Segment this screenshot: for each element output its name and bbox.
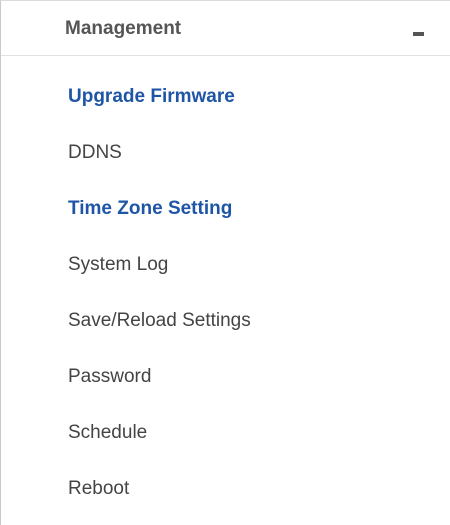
menu-item-system-log[interactable]: System Log — [68, 254, 168, 276]
menu-item-time-zone-setting[interactable]: Time Zone Setting — [68, 198, 232, 220]
menu-item-password[interactable]: Password — [68, 366, 151, 388]
management-menu: Management Upgrade Firmware DDNS Time Zo… — [0, 0, 450, 525]
menu-item-ddns[interactable]: DDNS — [68, 142, 122, 164]
menu-item-upgrade-firmware[interactable]: Upgrade Firmware — [68, 86, 235, 108]
menu-header-title: Management — [65, 18, 182, 39]
menu-header-management[interactable]: Management — [1, 1, 450, 56]
minus-icon[interactable] — [413, 32, 424, 36]
menu-item-reboot[interactable]: Reboot — [68, 478, 129, 500]
menu-item-schedule[interactable]: Schedule — [68, 422, 147, 444]
menu-item-save-reload-settings[interactable]: Save/Reload Settings — [68, 310, 251, 332]
